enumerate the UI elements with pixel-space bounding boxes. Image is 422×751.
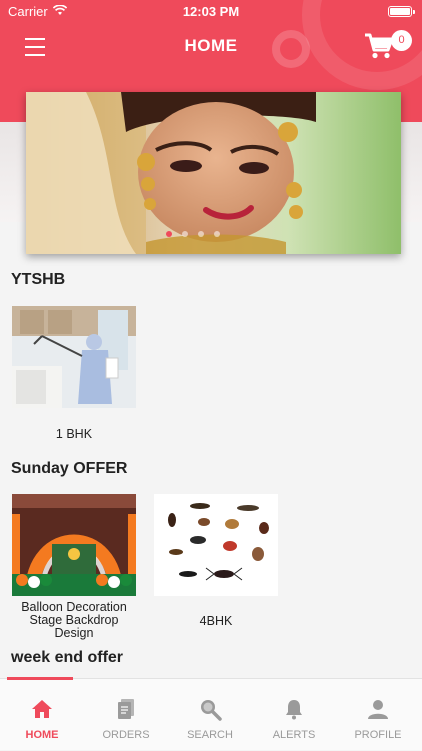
service-image-insects[interactable]	[154, 494, 278, 596]
search-icon	[201, 700, 222, 721]
status-time: 12:03 PM	[182, 4, 240, 19]
tab-label: ALERTS	[272, 729, 316, 741]
tab-label: HOME	[25, 729, 59, 741]
section-title: week end offer	[11, 649, 124, 666]
carousel-dot[interactable]	[182, 231, 188, 237]
service-image-pest-control[interactable]	[12, 306, 136, 408]
service-label: 1 BHK	[55, 427, 93, 441]
bell-icon	[286, 700, 302, 720]
tab-label: SEARCH	[187, 729, 233, 741]
service-label: 4BHK	[199, 614, 233, 628]
profile-icon	[368, 700, 388, 719]
status-bar: Carrier 12:03 PM	[0, 0, 422, 24]
carousel-dot[interactable]	[198, 231, 204, 237]
tab-label: PROFILE	[354, 729, 402, 741]
carousel-indicator[interactable]	[26, 224, 401, 242]
tab-profile[interactable]: PROFILE	[336, 679, 420, 751]
tab-search[interactable]: SEARCH	[168, 679, 252, 751]
section-title: YTSHB	[11, 271, 66, 288]
carousel-dot[interactable]	[214, 231, 220, 237]
cart-icon[interactable]	[364, 32, 394, 60]
section-title: Sunday OFFER	[11, 460, 128, 477]
banner-carousel[interactable]	[26, 92, 401, 254]
carousel-dot[interactable]	[166, 231, 172, 237]
home-icon	[32, 700, 52, 718]
tab-orders[interactable]: ORDERS	[84, 679, 168, 751]
service-label: Balloon Decoration Stage Backdrop Design	[21, 600, 127, 640]
service-image-balloon-stage[interactable]	[12, 494, 136, 596]
orders-icon	[118, 699, 134, 719]
battery-icon	[388, 6, 415, 17]
tab-label: ORDERS	[102, 729, 150, 741]
tab-alerts[interactable]: ALERTS	[252, 679, 336, 751]
bottom-tab-bar: HOME ORDERS SEARCH ALERTS PROFILE	[0, 677, 422, 751]
tab-home[interactable]: HOME	[0, 679, 84, 751]
cart-count-badge: 0	[391, 30, 412, 51]
page-title: HOME	[184, 36, 238, 55]
